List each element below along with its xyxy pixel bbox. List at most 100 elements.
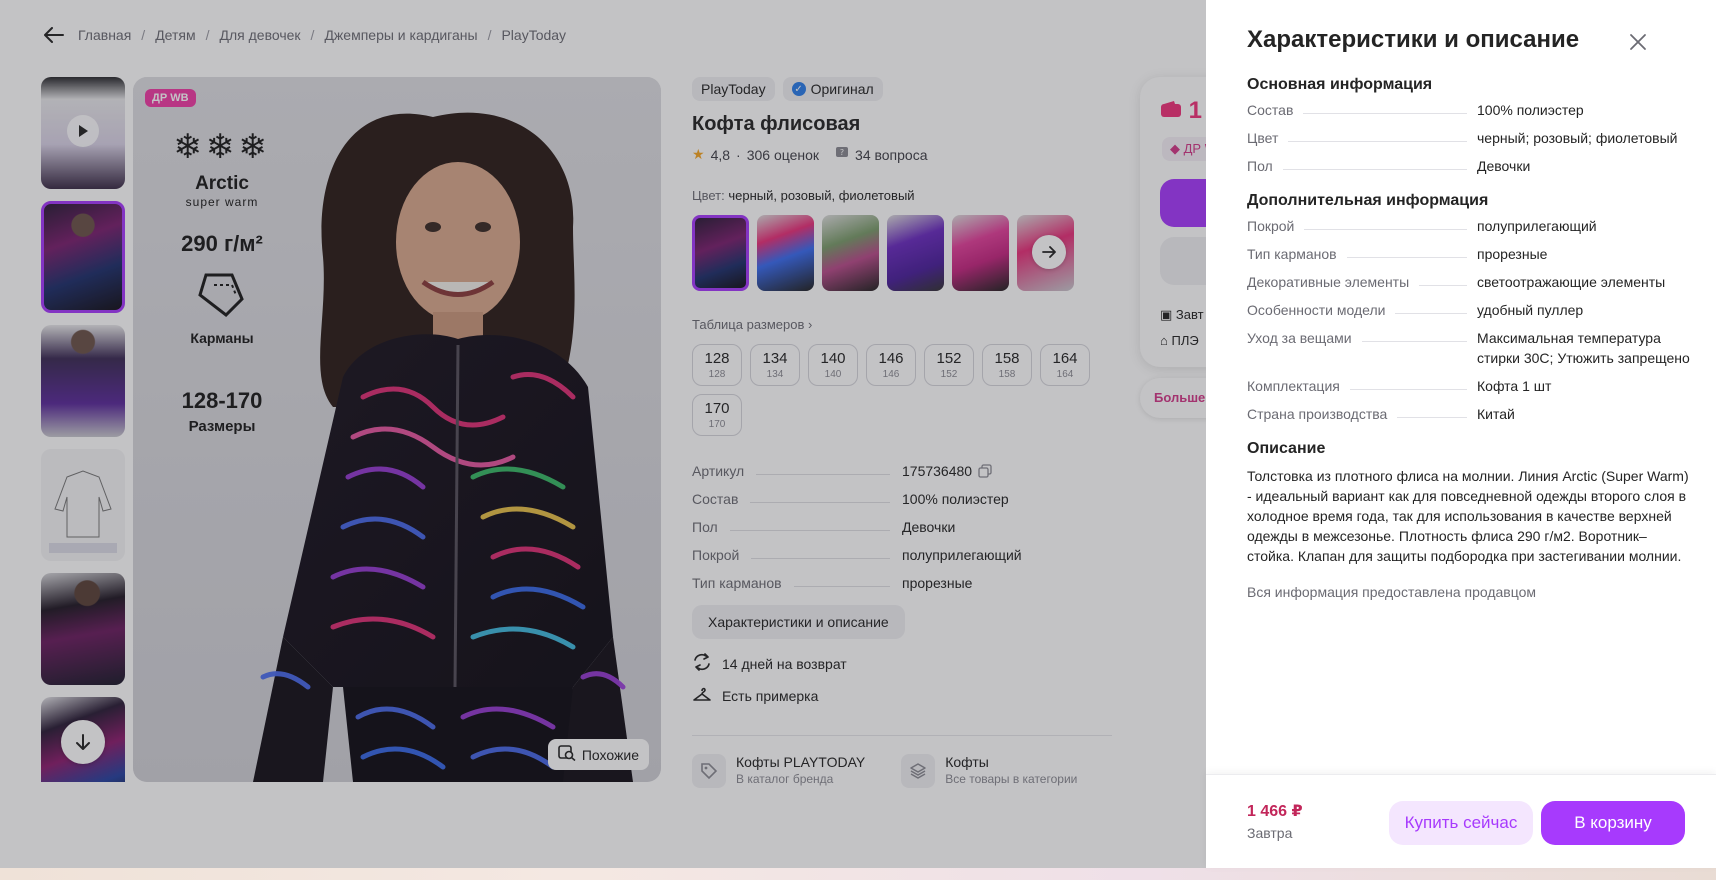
brand-chip[interactable]: PlayToday [692, 77, 775, 101]
spec-row: Тип карманов прорезные [692, 563, 1092, 591]
panel-spec-row: Цвет черный; розовый; фиолетовый [1247, 128, 1691, 148]
box-icon: ▣ [1160, 307, 1173, 322]
close-button[interactable] [1624, 30, 1652, 58]
breadcrumb-girls[interactable]: Для девочек [220, 27, 301, 43]
promo-badge: ДР WB [145, 89, 196, 107]
panel-spec-value: Девочки [1477, 158, 1531, 174]
panel-spec-key: Покрой [1247, 216, 1477, 236]
size-option[interactable]: 170 170 [692, 394, 742, 436]
spec-value: прорезные [902, 575, 1092, 591]
panel-spec-value: Максимальная температура стирки 30С; Утю… [1477, 330, 1690, 366]
scroll-down-button[interactable] [61, 720, 105, 764]
size-option[interactable]: 164 164 [1040, 344, 1090, 386]
panel-spec-key-text: Состав [1247, 102, 1294, 118]
breadcrumb-kids[interactable]: Детям [155, 27, 195, 43]
color-swatch[interactable] [887, 215, 944, 291]
add-to-cart-button[interactable]: В корзину [1541, 801, 1685, 845]
photo-info-overlay: ❄❄❄ Arctic super warm 290 г/м² Карманы 1… [147, 127, 297, 435]
similar-label: Похожие [581, 746, 639, 763]
panel-spec-key: Декоративные элементы [1247, 272, 1477, 292]
color-swatch[interactable] [952, 215, 1009, 291]
thumbnail-photo-3[interactable] [41, 573, 125, 685]
thumbnail-size-chart[interactable] [41, 449, 125, 561]
question-icon: ? [835, 146, 849, 163]
copy-icon[interactable] [972, 463, 992, 479]
size-option[interactable]: 134 134 [750, 344, 800, 386]
buy-now-button[interactable]: Купить сейчас [1389, 801, 1533, 845]
panel-spec-value: черный; розовый; фиолетовый [1477, 130, 1678, 146]
breadcrumb-separator: / [487, 27, 492, 43]
thumbnail-video[interactable] [41, 77, 125, 189]
panel-spec-leader [1303, 100, 1467, 114]
spec-key: Пол [692, 519, 718, 535]
spec-leader [756, 474, 890, 475]
category-link[interactable]: Кофты Все товары в категории [901, 754, 1077, 788]
brand-catalog-link[interactable]: Кофты PLAYTODAY В каталог бренда [692, 754, 865, 788]
panel-spec-row: Состав 100% полиэстер [1247, 100, 1691, 120]
panel-title: Характеристики и описание [1247, 26, 1580, 53]
breadcrumb-jumpers[interactable]: Джемперы и кардиганы [324, 27, 477, 43]
pocket-icon [147, 271, 297, 324]
panel-spec-key-text: Цвет [1247, 130, 1279, 146]
fitting-text: Есть примерка [722, 687, 819, 704]
panel-footer: 1 466 ₽ Завтра Купить сейчас В корзину [1206, 774, 1716, 868]
size-option[interactable]: 146 146 [866, 344, 916, 386]
thumbnail-photo-2[interactable] [41, 325, 125, 437]
size-eu: 128 [708, 369, 726, 380]
size-ru: 152 [936, 350, 962, 367]
spec-row: Артикул 175736480 [692, 451, 1092, 479]
specs-description-button[interactable]: Характеристики и описание [692, 605, 905, 639]
thumbnail-photo-1[interactable] [41, 201, 125, 313]
panel-spec-row: Особенности модели удобный пуллер [1247, 300, 1691, 320]
size-ru: 134 [762, 350, 788, 367]
panel-spec-key-text: Особенности модели [1247, 302, 1386, 318]
main-product-photo[interactable]: ДР WB ❄❄❄ Arctic super warm 290 г/м² Кар… [133, 77, 661, 782]
panel-spec-key: Особенности модели [1247, 300, 1477, 320]
similar-search-icon [558, 745, 576, 764]
panel-spec-key-text: Декоративные элементы [1247, 274, 1410, 290]
panel-spec-leader [1397, 404, 1467, 418]
spec-key: Артикул [692, 463, 745, 479]
color-swatch[interactable] [822, 215, 879, 291]
size-option[interactable]: 128 128 [692, 344, 742, 386]
size-table-link[interactable]: Таблица размеров › [692, 317, 1112, 332]
size-option[interactable]: 152 152 [924, 344, 974, 386]
size-eu: 158 [998, 369, 1016, 380]
original-chip: ✓ Оригинал [782, 77, 883, 101]
color-swatch[interactable] [692, 215, 749, 291]
panel-spec-key: Цвет [1247, 128, 1477, 148]
reviews-link[interactable]: 306 оценок [747, 147, 819, 163]
panel-spec-row: Комплектация Кофта 1 шт [1247, 376, 1691, 396]
size-option[interactable]: 158 158 [982, 344, 1032, 386]
swatch-next-button[interactable] [1032, 235, 1066, 269]
breadcrumb-brand[interactable]: PlayToday [501, 27, 566, 43]
spec-row: Состав 100% полиэстер [692, 479, 1092, 507]
questions-link[interactable]: 34 вопроса [855, 147, 927, 163]
size-table-label: Таблица размеров [692, 317, 805, 332]
panel-spec-value: Китай [1477, 406, 1515, 422]
pocket-label: Карманы [190, 330, 254, 346]
spec-value: полуприлегающий [902, 547, 1092, 563]
breadcrumb-home[interactable]: Главная [78, 27, 131, 43]
size-option[interactable]: 140 140 [808, 344, 858, 386]
size-eu: 164 [1056, 369, 1074, 380]
panel-spec-key: Тип карманов [1247, 244, 1477, 264]
layers-icon [901, 754, 936, 788]
panel-spec-value: 100% полиэстер [1477, 102, 1584, 118]
color-swatch[interactable] [757, 215, 814, 291]
panel-spec-leader [1349, 376, 1467, 390]
size-ru: 170 [704, 400, 730, 417]
panel-spec-row: Тип карманов прорезные [1247, 244, 1691, 264]
footer-delivery: Завтра [1247, 825, 1293, 841]
spec-sections: Основная информация Состав 100% полиэстер Ц… [1247, 76, 1691, 424]
line-subtitle: super warm [185, 195, 259, 209]
panel-spec-leader [1304, 216, 1467, 230]
return-info: 14 дней на возврат [692, 653, 1112, 674]
section-title: Дополнительная информация [1247, 192, 1489, 209]
size-eu: 170 [708, 419, 726, 430]
back-arrow-icon[interactable] [44, 24, 66, 46]
buy-card-seller[interactable]: ⌂ ПЛЭ [1160, 333, 1199, 348]
similar-button[interactable]: Похожие [547, 739, 649, 770]
breadcrumb-separator: / [205, 27, 210, 43]
return-text: 14 дней на возврат [722, 655, 847, 672]
